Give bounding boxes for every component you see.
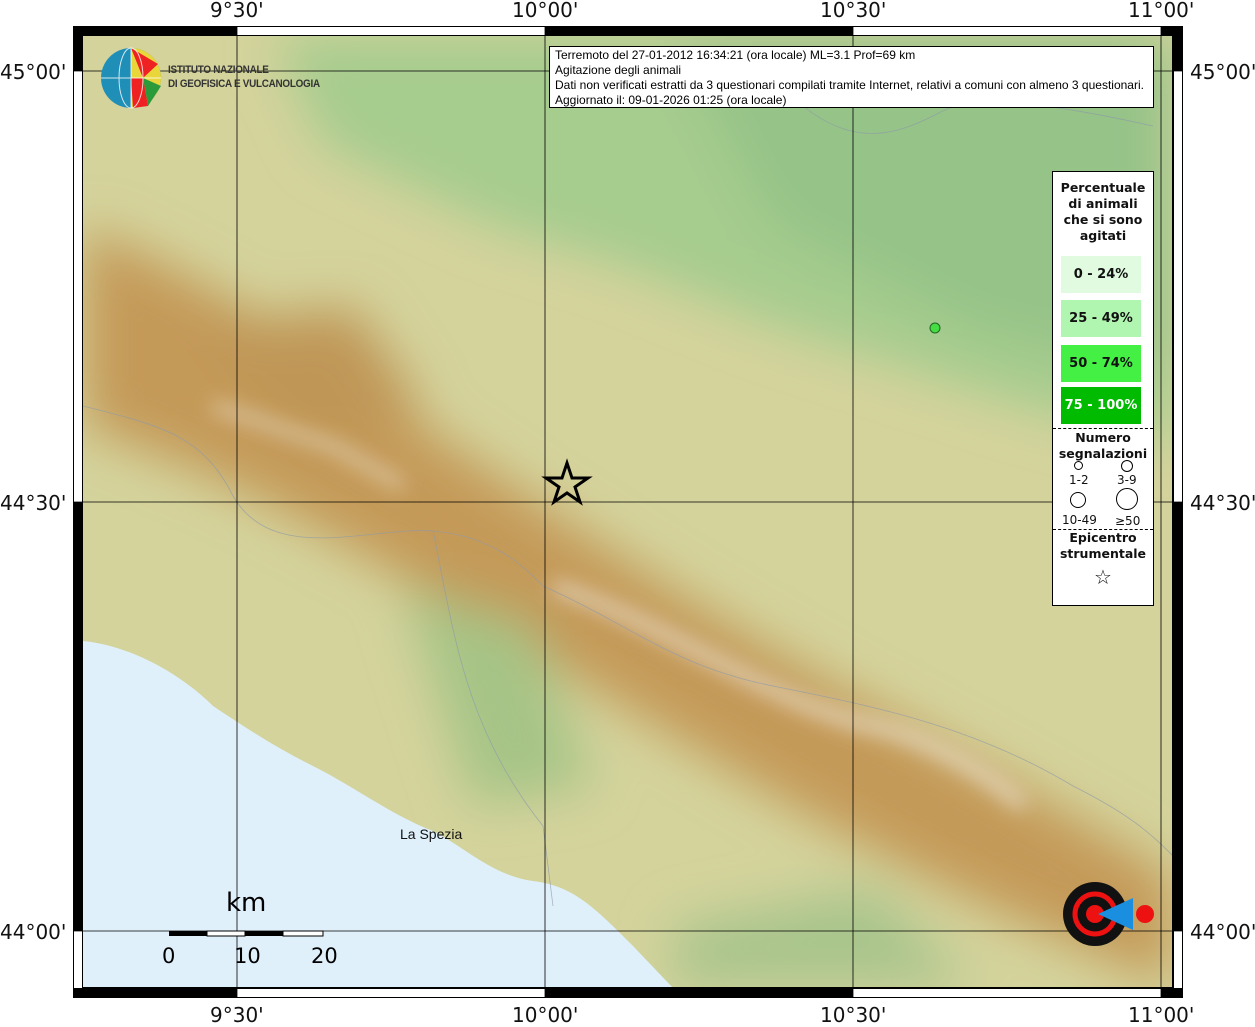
legend-count-title: Numero segnalazioni <box>1058 430 1148 461</box>
top-label: 10°30' <box>820 0 887 22</box>
right-label: 44°00' <box>1190 920 1255 944</box>
count-10-49: 10-49 <box>1062 513 1097 527</box>
event-info-box: Terremoto del 27-01-2012 16:34:21 (ora l… <box>549 46 1154 108</box>
legend-class-3: 75 - 100% <box>1061 387 1141 424</box>
top-label: 10°00' <box>512 0 579 22</box>
map <box>73 26 1183 998</box>
legend-class-2: 50 - 74% <box>1061 345 1141 382</box>
scale-tick-10: 10 <box>234 944 261 968</box>
scale-tick-20: 20 <box>311 944 338 968</box>
bottom-label: 10°00' <box>512 1003 579 1027</box>
event-title: Terremoto del 27-01-2012 16:34:21 (ora l… <box>555 48 916 62</box>
ingv-line1: ISTITUTO NAZIONALE <box>168 64 269 76</box>
ingv-logo-text: ISTITUTO NAZIONALE DI GEOFISICA E VULCAN… <box>168 63 320 91</box>
legend-class-0: 0 - 24% <box>1061 256 1141 293</box>
count-50: ≥50 <box>1115 514 1141 528</box>
scale-tick-0: 0 <box>162 944 176 968</box>
scale-bar <box>169 930 324 937</box>
count-1-2: 1-2 <box>1069 473 1089 487</box>
ingv-line2: DI GEOFISICA E VULCANOLOGIA <box>168 78 320 90</box>
ingv-logo-globe <box>101 47 161 109</box>
legend-title: Percentuale di animali che si sono agita… <box>1060 180 1146 243</box>
right-label: 44°30' <box>1190 491 1255 515</box>
map-subject: Agitazione degli animali <box>555 63 682 77</box>
left-label: 45°00' <box>0 60 67 84</box>
top-label: 9°30' <box>210 0 264 22</box>
legend-star-icon: ☆ <box>1094 565 1112 589</box>
bottom-label: 10°30' <box>820 1003 887 1027</box>
intensity-point[interactable] <box>929 322 941 334</box>
right-label: 45°00' <box>1190 60 1255 84</box>
legend: Percentuale di animali che si sono agita… <box>1052 171 1154 606</box>
legend-class-1: 25 - 49% <box>1061 300 1141 337</box>
place-la-spezia: La Spezia <box>400 826 463 842</box>
top-label: 11°00' <box>1128 0 1195 22</box>
count-3-9: 3-9 <box>1117 473 1137 487</box>
left-label: 44°00' <box>0 920 67 944</box>
bottom-label: 11°00' <box>1128 1003 1195 1027</box>
data-note: Dati non verificati estratti da 3 questi… <box>555 78 1144 92</box>
left-label: 44°30' <box>0 491 67 515</box>
legend-epicenter-title: Epicentro strumentale <box>1059 530 1147 561</box>
bottom-label: 9°30' <box>210 1003 264 1027</box>
scale-unit: km <box>226 888 267 918</box>
updated-at: Aggiornato il: 09-01-2026 01:25 (ora loc… <box>555 93 787 107</box>
